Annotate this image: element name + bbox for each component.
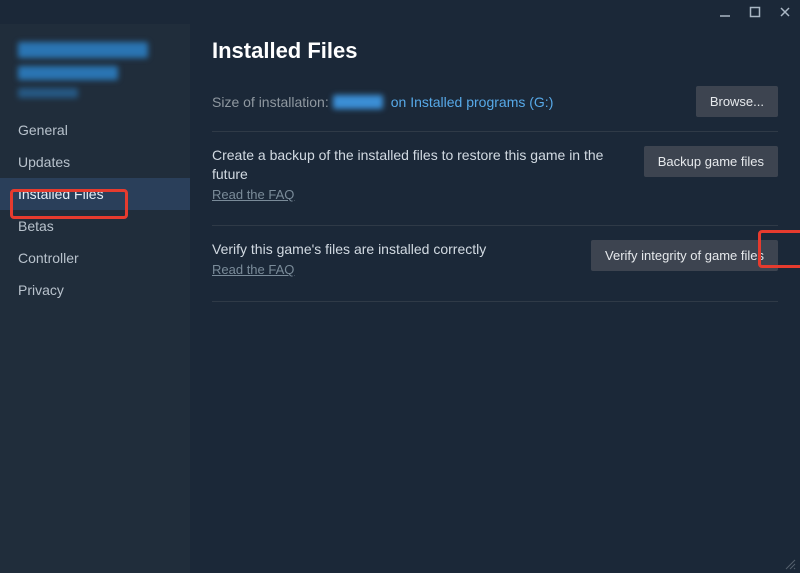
installation-size-text: Size of installation: on Installed progr… — [212, 94, 553, 110]
size-value-redacted — [333, 95, 383, 109]
size-label: Size of installation: — [212, 94, 329, 110]
install-location-link[interactable]: on Installed programs (G:) — [391, 94, 554, 110]
backup-game-files-button[interactable]: Backup game files — [644, 146, 778, 177]
backup-description: Create a backup of the installed files t… — [212, 146, 628, 203]
content-pane: Installed Files Size of installation: on… — [190, 24, 800, 573]
sidebar-item-general[interactable]: General — [0, 114, 190, 146]
installation-size-row: Size of installation: on Installed progr… — [212, 86, 778, 117]
properties-window: General Updates Installed Files Betas Co… — [0, 0, 800, 573]
verify-row: Verify this game's files are installed c… — [212, 240, 778, 292]
browse-button[interactable]: Browse... — [696, 86, 778, 117]
backup-text: Create a backup of the installed files t… — [212, 147, 603, 182]
divider — [212, 131, 778, 132]
divider — [212, 225, 778, 226]
sidebar: General Updates Installed Files Betas Co… — [0, 24, 190, 573]
verify-faq-link[interactable]: Read the FAQ — [212, 261, 575, 279]
verify-description: Verify this game's files are installed c… — [212, 240, 575, 278]
titlebar — [0, 0, 800, 24]
game-subtitle-redacted — [18, 88, 78, 98]
sidebar-item-betas[interactable]: Betas — [0, 210, 190, 242]
divider — [212, 301, 778, 302]
sidebar-item-controller[interactable]: Controller — [0, 242, 190, 274]
minimize-button[interactable] — [718, 5, 732, 19]
page-title: Installed Files — [212, 38, 778, 64]
sidebar-item-updates[interactable]: Updates — [0, 146, 190, 178]
sidebar-item-installed-files[interactable]: Installed Files — [0, 178, 190, 210]
backup-faq-link[interactable]: Read the FAQ — [212, 186, 628, 204]
game-title-redacted — [18, 66, 118, 80]
sidebar-nav: General Updates Installed Files Betas Co… — [0, 114, 190, 306]
maximize-button[interactable] — [748, 5, 762, 19]
verify-text: Verify this game's files are installed c… — [212, 241, 486, 257]
sidebar-item-privacy[interactable]: Privacy — [0, 274, 190, 306]
backup-row: Create a backup of the installed files t… — [212, 146, 778, 217]
game-title-header — [0, 28, 190, 108]
resize-grip[interactable] — [784, 557, 796, 569]
verify-integrity-button[interactable]: Verify integrity of game files — [591, 240, 778, 271]
game-title-redacted — [18, 42, 148, 58]
close-button[interactable] — [778, 5, 792, 19]
